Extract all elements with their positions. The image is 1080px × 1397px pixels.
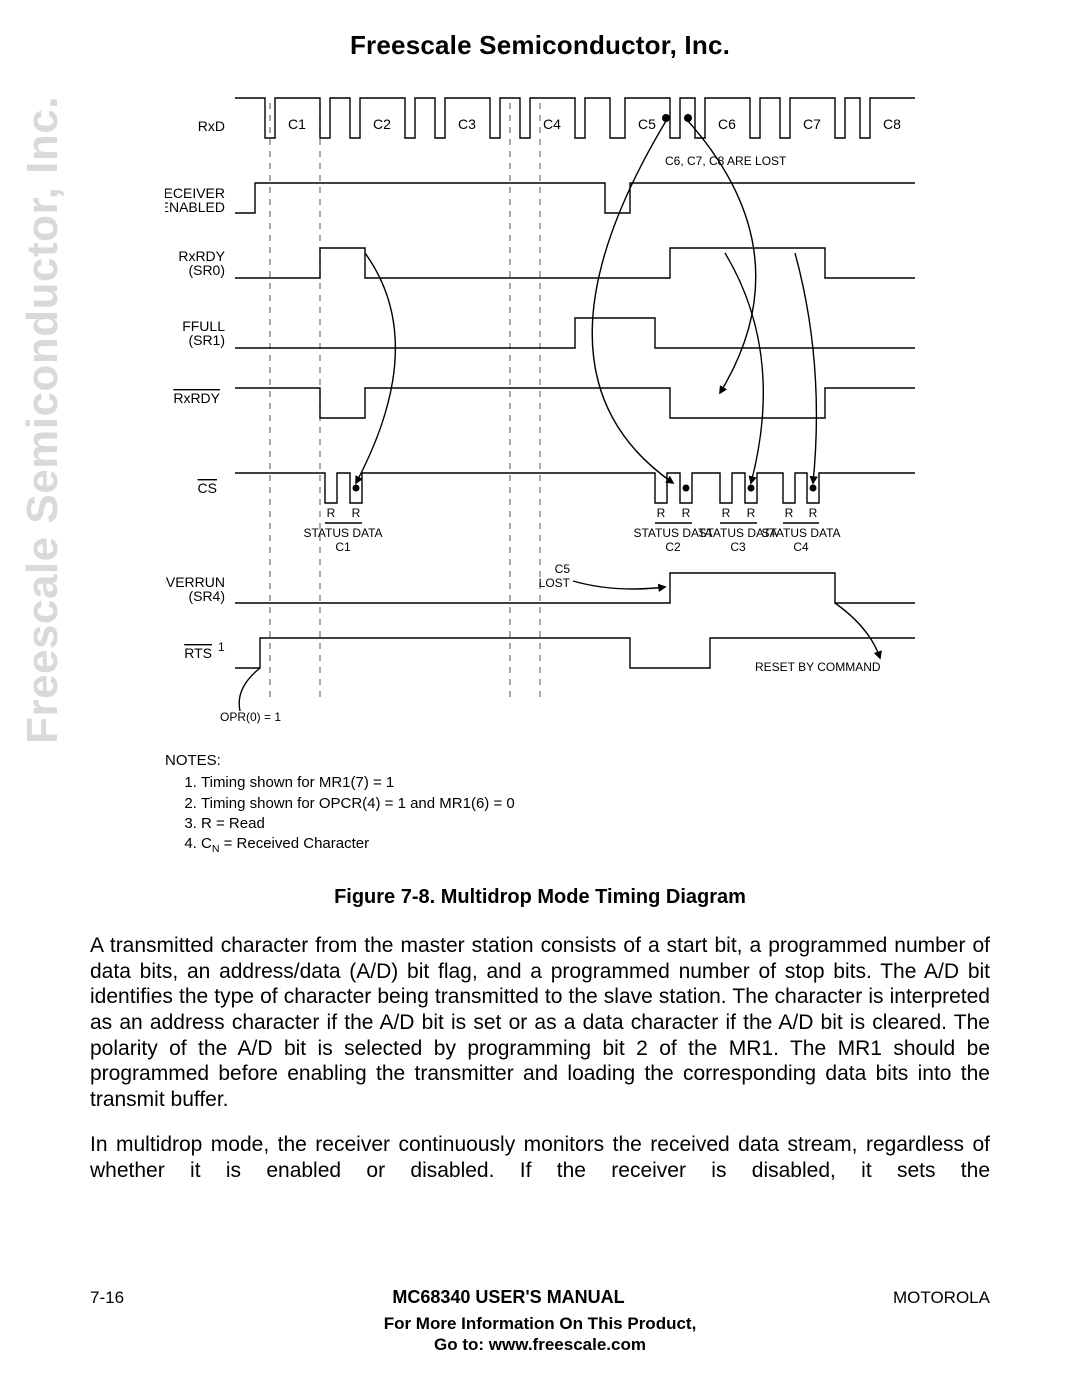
status-data-2c: C2 xyxy=(665,540,681,554)
figure-caption: Figure 7-8. Multidrop Mode Timing Diagra… xyxy=(90,886,990,909)
rxd-char-c3: C3 xyxy=(458,116,476,132)
footer-manual-title: MC68340 USER'S MANUAL xyxy=(392,1287,624,1308)
cs-r-6: R xyxy=(747,506,756,520)
footer-page-num: 7-16 xyxy=(90,1288,124,1308)
rxd-char-c7: C7 xyxy=(803,116,821,132)
page-title: Freescale Semiconductor, Inc. xyxy=(90,30,990,61)
signal-label-rxrdy-sr0-b: (SR0) xyxy=(188,262,225,278)
paragraph-2: In multidrop mode, the receiver continuo… xyxy=(90,1132,990,1183)
signal-label-rts-sup: 1 xyxy=(218,640,225,654)
status-data-3c: C3 xyxy=(730,540,746,554)
rxd-char-c1: C1 xyxy=(288,116,306,132)
notes-heading: NOTES: xyxy=(165,751,915,771)
cs-r-8: R xyxy=(809,506,818,520)
cs-r-7: R xyxy=(785,506,794,520)
status-data-1: STATUS DATA xyxy=(303,526,382,540)
page-footer: 7-16 MC68340 USER'S MANUAL MOTOROLA For … xyxy=(90,1287,990,1355)
body-text: A transmitted character from the master … xyxy=(90,933,990,1183)
signal-label-rxd: RxD xyxy=(198,118,225,134)
rxd-char-c8: C8 xyxy=(883,116,901,132)
note-c5-b: LOST xyxy=(539,576,571,590)
timing-diagram: RxD C1 C2 C3 C4 C5 C6 C7 C8 C6, C7, C8 A… xyxy=(165,93,915,733)
note-item-3: R = Read xyxy=(201,814,915,834)
side-watermark: Freescale Semiconductor, Inc. xyxy=(18,96,68,744)
status-data-1c: C1 xyxy=(335,540,351,554)
note-item-2: Timing shown for OPCR(4) = 1 and MR1(6) … xyxy=(201,794,915,814)
note-reset-by-cmd: RESET BY COMMAND xyxy=(755,660,881,674)
footer-info-l2: Go to: www.freescale.com xyxy=(90,1335,990,1355)
note-item-1: Timing shown for MR1(7) = 1 xyxy=(201,773,915,793)
footer-info-l1: For More Information On This Product, xyxy=(90,1314,990,1334)
cs-r-2: R xyxy=(352,506,361,520)
note-opr0: OPR(0) = 1 xyxy=(220,710,281,724)
signal-label-ffull-b: (SR1) xyxy=(188,332,225,348)
notes-block: NOTES: Timing shown for MR1(7) = 1 Timin… xyxy=(165,751,915,856)
note-c5-a: C5 xyxy=(555,562,571,576)
note-c678-lost: C6, C7, C8 ARE LOST xyxy=(665,154,787,168)
cs-r-1: R xyxy=(327,506,336,520)
rxd-char-c6: C6 xyxy=(718,116,736,132)
signal-label-recv-en-2: ENABLED xyxy=(165,199,225,215)
paragraph-1: A transmitted character from the master … xyxy=(90,933,990,1112)
signal-label-cs-ov: CS xyxy=(198,480,217,496)
rxd-char-c5: C5 xyxy=(638,116,656,132)
signal-label-rts-ov: RTS xyxy=(184,645,212,661)
cs-r-3: R xyxy=(657,506,666,520)
rxd-char-c4: C4 xyxy=(543,116,561,132)
status-data-4c: C4 xyxy=(793,540,809,554)
note-item-4: CN = Received Character xyxy=(201,834,915,856)
cs-r-5: R xyxy=(722,506,731,520)
status-data-4: STATUS DATA xyxy=(761,526,840,540)
signal-label-overrun-b: (SR4) xyxy=(188,588,225,604)
signal-label-rxrdy-ov: RxRDY xyxy=(173,390,220,406)
cs-r-4: R xyxy=(682,506,691,520)
rxd-char-c2: C2 xyxy=(373,116,391,132)
footer-brand: MOTOROLA xyxy=(893,1288,990,1308)
